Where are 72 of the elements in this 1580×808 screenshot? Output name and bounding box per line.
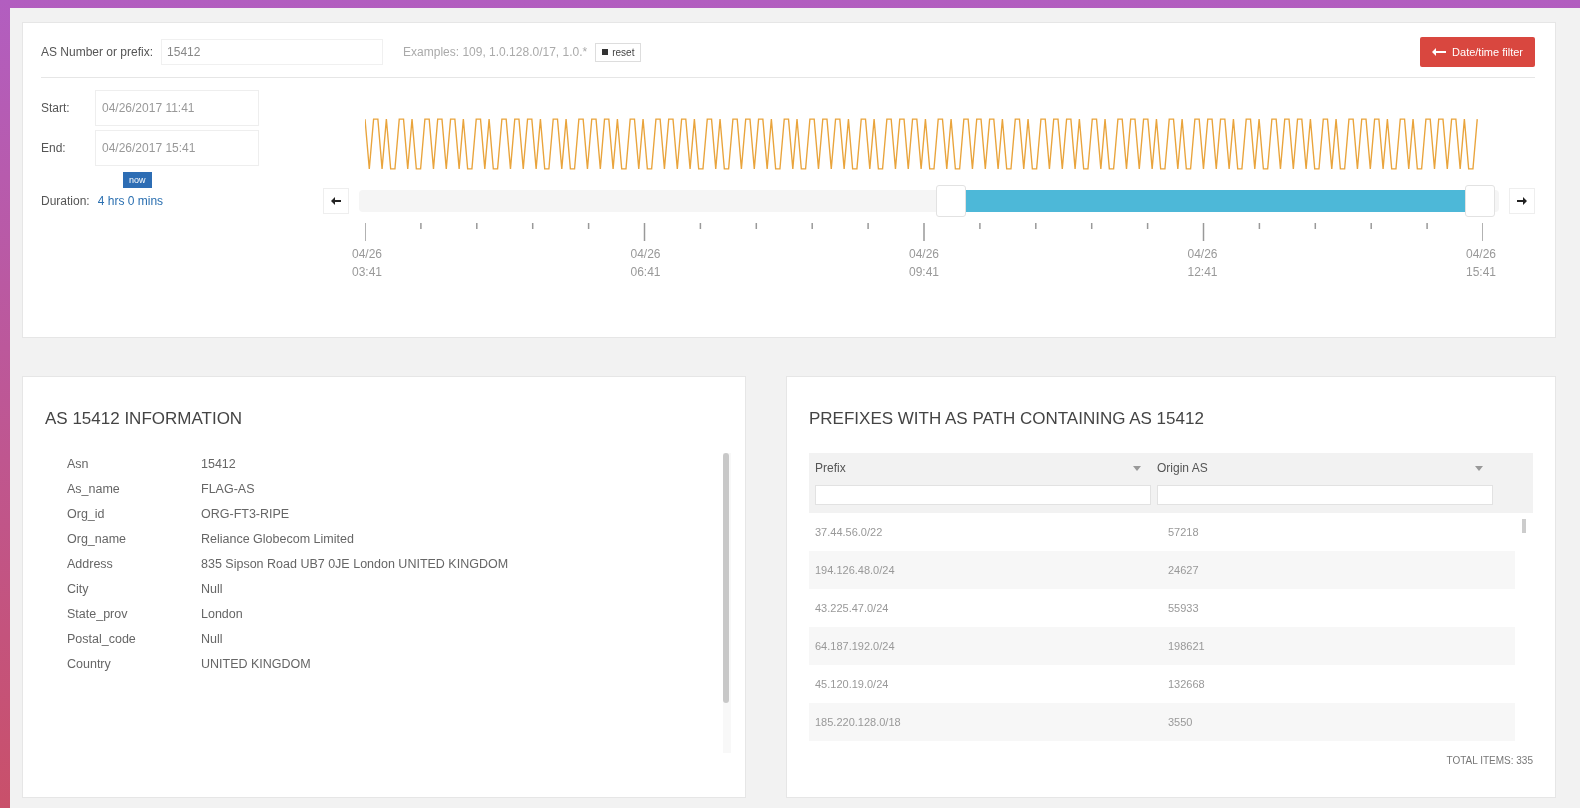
table-cell-text: 198621	[1167, 640, 1206, 652]
field-name: City	[67, 582, 90, 596]
sort-caret-icon[interactable]	[1475, 465, 1483, 471]
field-name: Address	[67, 557, 114, 571]
prefixes-title: PREFIXES WITH AS PATH CONTAINING AS 15412	[809, 409, 1205, 429]
field-value: Null	[201, 632, 223, 646]
scroll-left-button[interactable]	[323, 188, 349, 214]
table-cell-text: 185.220.128.0/18	[814, 716, 902, 728]
field-value: 835 Sipson Road UB7 0JE London UNITED KINGDOM	[201, 557, 509, 571]
arrow-left-icon	[1432, 48, 1447, 56]
info-title: AS 15412 INFORMATION	[45, 409, 244, 429]
examples-hint: Examples: 109, 1.0.128.0/17, 1.0.*	[403, 45, 588, 59]
axis-date-label: 04/26	[1187, 247, 1218, 261]
table-cell-text: 43.225.47.0/24	[814, 602, 890, 614]
table-cell-text: 24627	[1167, 564, 1200, 576]
table-cell-text: 55933	[1167, 602, 1200, 614]
axis-time-label: 15:41	[1466, 265, 1496, 279]
end-label: End:	[41, 141, 67, 155]
axis-date-label: 04/26	[352, 247, 382, 261]
sort-caret-icon[interactable]	[1133, 465, 1141, 471]
column-filter-field[interactable]	[1157, 485, 1493, 505]
range-selection[interactable]	[965, 190, 1465, 212]
field-value: London	[201, 607, 243, 621]
table-cell-text: 57218	[1167, 526, 1200, 538]
field-value: Reliance Globecom Limited	[201, 532, 354, 546]
field-name: Org_name	[67, 532, 128, 546]
scroll-right-button[interactable]	[1509, 188, 1535, 214]
square-icon	[602, 49, 609, 55]
axis-time-label: 03:41	[352, 265, 382, 279]
duration-value: 4 hrs 0 mins	[97, 194, 164, 208]
axis-time-label: 09:41	[909, 265, 939, 279]
search-field[interactable]: 15412	[161, 39, 384, 65]
axis-time-label: 06:41	[630, 265, 661, 279]
start-label: Start:	[41, 101, 71, 115]
table-cell-text: 132668	[1167, 678, 1206, 690]
slider-handle[interactable]	[1465, 185, 1495, 217]
field-name: Country	[67, 657, 112, 671]
table-cell-text: 64.187.192.0/24	[814, 640, 896, 652]
field-name: Org_id	[67, 507, 106, 521]
axis-date-label: 04/26	[630, 247, 661, 261]
axis-date-label: 04/26	[1466, 247, 1496, 261]
scrollbar-thumb[interactable]	[1522, 519, 1526, 533]
field-value: 15412	[201, 457, 236, 471]
column-header[interactable]: Prefix	[815, 461, 846, 475]
field-name: State_prov	[67, 607, 129, 621]
slider-handle[interactable]	[935, 185, 966, 217]
column-filter-field[interactable]	[815, 485, 1151, 505]
arrow-left-icon	[331, 197, 341, 205]
field-value: UNITED KINGDOM	[201, 657, 311, 671]
field-value: FLAG-AS	[201, 482, 255, 496]
table-cell-text: 3550	[1167, 716, 1194, 728]
search-label: AS Number or prefix:	[41, 45, 154, 59]
axis-time-label: 12:41	[1187, 265, 1218, 279]
axis-date-label: 04/26	[909, 247, 939, 261]
arrow-right-icon	[1517, 197, 1527, 205]
table-cell-text: 45.120.19.0/24	[814, 678, 890, 690]
field-name: Postal_code	[67, 632, 137, 646]
total-items: TOTAL ITEMS: 335	[1446, 755, 1533, 766]
table-cell-text: 37.44.56.0/22	[814, 526, 884, 538]
field-name: Asn	[67, 457, 90, 471]
now-button[interactable]: now	[123, 172, 152, 188]
duration-label: Duration:	[41, 194, 90, 208]
field-value: Null	[201, 582, 223, 596]
start-date-field[interactable]: 04/26/2017 11:41	[95, 90, 259, 126]
scrollbar-thumb[interactable]	[723, 453, 729, 703]
reset-button[interactable]: reset	[595, 42, 642, 62]
end-date-field[interactable]: 04/26/2017 15:41	[95, 130, 259, 166]
field-name: As_name	[67, 482, 121, 496]
date-filter-button[interactable]: Date/time filter	[1420, 37, 1535, 67]
column-header[interactable]: Origin AS	[1157, 461, 1208, 475]
field-value: ORG-FT3-RIPE	[201, 507, 290, 521]
table-cell-text: 194.126.48.0/24	[814, 564, 896, 576]
